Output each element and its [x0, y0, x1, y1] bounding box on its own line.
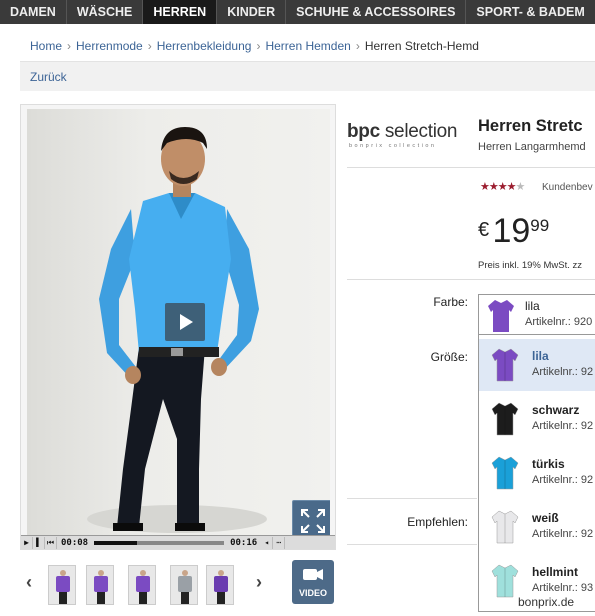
selected-color-name: lila [525, 299, 540, 313]
price-euros: 19 [492, 212, 531, 250]
color-option[interactable]: weiß Artikelnr.: 92 [479, 501, 595, 553]
back-bar: Zurück [20, 61, 595, 91]
nav-item[interactable]: HERREN [143, 0, 218, 24]
divider [347, 167, 595, 168]
price-currency: € [478, 219, 490, 241]
shirt-icon [491, 510, 519, 544]
color-select[interactable]: lila Artikelnr.: 920 [478, 294, 595, 336]
chevron-left-icon[interactable]: ‹ [26, 572, 32, 593]
fullscreen-icon[interactable] [292, 500, 330, 535]
rating-stars[interactable]: ★★★★★ [480, 180, 526, 193]
breadcrumb-separator: › [355, 39, 360, 53]
breadcrumb-link[interactable]: Herrenmode [76, 39, 143, 53]
color-option-article: Artikelnr.: 92 [532, 420, 594, 432]
color-option[interactable]: türkis Artikelnr.: 92 [479, 447, 595, 499]
color-option-name: weiß [532, 511, 559, 525]
shirt-icon [491, 456, 519, 490]
footer-brand: bonprix.de [518, 595, 575, 609]
color-option-article: Artikelnr.: 92 [532, 528, 594, 540]
play-icon[interactable] [165, 303, 205, 341]
breadcrumb-current: Herren Stretch-Hemd [364, 39, 479, 53]
volume-icon[interactable]: ◂ [261, 536, 274, 549]
product-thumbnail[interactable] [48, 565, 76, 605]
stop-icon[interactable]: ▌ [33, 536, 45, 549]
breadcrumb: Home › Herrenmode › Herrenbekleidung › Herren … [30, 39, 479, 53]
color-option[interactable]: schwarz Artikelnr.: 92 [479, 393, 595, 445]
price-cents: 99 [530, 216, 550, 235]
color-dropdown-list: lila Artikelnr.: 92 schwarz Artikelnr.: 92 t… [478, 334, 595, 612]
breadcrumb-link[interactable]: Home [30, 39, 62, 53]
nav-item[interactable]: WÄSCHE [67, 0, 144, 24]
color-option-article: Artikelnr.: 92 [532, 474, 594, 486]
breadcrumb-separator: › [67, 39, 72, 53]
camera-icon [303, 569, 323, 580]
thumbnail-strip: ‹ › [20, 562, 335, 608]
nav-item[interactable]: SCHUHE & ACCESSOIRES [286, 0, 467, 24]
product-thumbnail[interactable] [128, 565, 156, 605]
star-icon: ★ [515, 181, 526, 193]
divider [347, 498, 477, 499]
back-link[interactable]: Zurück [30, 70, 67, 84]
total-time: 00:16 [230, 537, 258, 548]
settings-icon[interactable]: ⋯ [273, 536, 286, 549]
breadcrumb-link[interactable]: Herrenbekleidung [157, 39, 252, 53]
color-option-article: Artikelnr.: 93 [532, 582, 594, 594]
shirt-icon [491, 564, 519, 598]
shirt-icon [491, 348, 519, 382]
product-thumbnail[interactable] [170, 565, 198, 605]
video-button-label: VIDEO [298, 588, 327, 598]
current-time: 00:08 [61, 537, 89, 548]
product-subtitle: Herren Langarmhemd [478, 141, 586, 153]
star-icon: ★ [488, 181, 499, 193]
nav-item[interactable]: DAMEN [0, 0, 67, 24]
color-option-article: Artikelnr.: 92 [532, 366, 594, 378]
breadcrumb-link[interactable]: Herren Hemden [265, 39, 350, 53]
breadcrumb-separator: › [256, 39, 261, 53]
shirt-icon [491, 402, 519, 436]
progress-fill [94, 540, 137, 545]
previous-icon[interactable]: ⏮ [45, 536, 57, 549]
product-video-frame[interactable] [27, 109, 330, 535]
nav-item[interactable]: KINDER [217, 0, 287, 24]
size-label: Größe: [430, 350, 468, 364]
brand-name-part2: selection [384, 121, 458, 142]
breadcrumb-separator: › [147, 39, 152, 53]
progress-bar[interactable] [94, 540, 225, 545]
brand-name-part1: bpc [347, 121, 385, 142]
color-label: Farbe: [433, 295, 468, 309]
video-controls: ▶ ▌ ⏮ 00:08 00:16 ◂ ⋯ [21, 535, 335, 549]
shirt-icon [488, 300, 514, 332]
chevron-right-icon[interactable]: › [256, 572, 262, 593]
price: € 1999 [478, 212, 549, 251]
selected-article-number: Artikelnr.: 920 [525, 316, 593, 328]
color-option-name: schwarz [532, 403, 580, 417]
color-option-name: türkis [532, 457, 565, 471]
recommend-label: Empfehlen: [407, 515, 468, 529]
brand-logo[interactable]: bpc selection [347, 121, 457, 143]
video-button[interactable]: VIDEO [292, 560, 334, 604]
play-small-icon[interactable]: ▶ [21, 536, 33, 549]
video-player: ▶ ▌ ⏮ 00:08 00:16 ◂ ⋯ [20, 104, 336, 550]
color-option[interactable]: lila Artikelnr.: 92 [479, 339, 595, 391]
main-navigation: DAMEN WÄSCHE HERREN KINDER SCHUHE & ACCESSOI… [0, 0, 595, 24]
product-thumbnail[interactable] [86, 565, 114, 605]
reviews-link[interactable]: Kundenbev [542, 182, 593, 193]
nav-item[interactable]: SPORT- & BADEM [466, 0, 595, 24]
divider [347, 279, 595, 280]
price-note: Preis inkl. 19% MwSt. zz [478, 260, 582, 271]
product-title: Herren Stretc [478, 117, 583, 135]
product-thumbnail[interactable] [206, 565, 234, 605]
color-option-name: hellmint [532, 565, 579, 579]
color-option-name: lila [532, 349, 549, 363]
star-icon: ★ [506, 181, 517, 193]
star-icon: ★ [480, 181, 490, 193]
star-icon: ★ [497, 181, 508, 193]
brand-subline: bonprix collection [349, 143, 437, 149]
divider [347, 544, 477, 545]
